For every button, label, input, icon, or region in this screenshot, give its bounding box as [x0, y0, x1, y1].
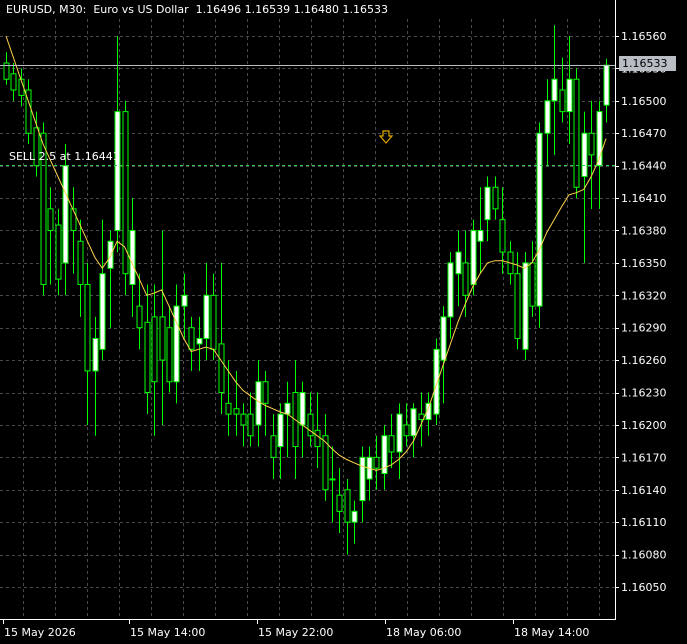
candle-body [136, 305, 143, 329]
candle-body [270, 435, 277, 458]
candle-body [403, 424, 410, 437]
candle-body [551, 78, 558, 102]
time-tick-label: 15 May 22:00 [258, 626, 333, 639]
candle-body [181, 294, 188, 307]
candle-body [218, 343, 225, 394]
price-tick-label: 1.16320 [621, 289, 667, 302]
candle-body [55, 224, 62, 280]
candle-body [284, 402, 291, 415]
candle-body [492, 186, 499, 210]
price-tick-label: 1.16380 [621, 224, 667, 237]
candle-body [225, 402, 232, 415]
candle-body [62, 165, 69, 264]
price-tick-label: 1.16170 [621, 451, 667, 464]
candle-body [566, 78, 573, 113]
time-tick-label: 18 May 06:00 [386, 626, 461, 639]
candle-body [188, 327, 195, 350]
candle-body [477, 229, 484, 242]
price-tick-label: 1.16200 [621, 419, 667, 432]
candle-body [344, 489, 351, 523]
candle-body [240, 413, 247, 426]
candle-body [84, 283, 91, 372]
candle-body [544, 100, 551, 134]
candle-body [514, 273, 521, 340]
price-tick-label: 1.16560 [621, 30, 667, 43]
price-tick-label: 1.16080 [621, 549, 667, 562]
candle [470, 219, 477, 296]
price-tick-label: 1.16230 [621, 387, 667, 400]
price-tick-label: 1.16470 [621, 127, 667, 140]
price-tick-label: 1.16440 [621, 160, 667, 173]
candle-body [329, 478, 336, 481]
candle [573, 68, 580, 199]
candle-body [529, 262, 536, 307]
time-tick-label: 15 May 2026 [4, 626, 76, 639]
candle-body [359, 456, 366, 502]
candle-body [351, 510, 358, 523]
candle-body [455, 251, 462, 275]
candle-body [522, 262, 529, 350]
candle-body [484, 186, 491, 221]
candle-body [262, 381, 269, 404]
price-tick-label: 1.16410 [621, 192, 667, 205]
candle [536, 122, 543, 328]
candle-body [159, 316, 166, 361]
candle-body [144, 321, 151, 394]
candle-body [166, 327, 173, 383]
candle-body [588, 132, 595, 156]
candle-body [536, 132, 543, 307]
candle-body [151, 316, 158, 383]
candle-body [203, 294, 210, 340]
candle-body [462, 262, 469, 296]
candle-body [114, 111, 121, 231]
candle-body [581, 132, 588, 177]
price-tick-label: 1.16110 [621, 516, 667, 529]
candle-body [396, 413, 403, 453]
candle-body [255, 381, 262, 426]
candle [122, 100, 129, 296]
price-tick-label: 1.16290 [621, 322, 667, 335]
candle-body [47, 208, 54, 231]
candle-body [196, 338, 203, 345]
candle-body [233, 408, 240, 415]
time-tick-label: 18 May 14:00 [514, 626, 589, 639]
candle-body [603, 64, 610, 106]
candle-body [573, 78, 580, 188]
candle-body [373, 456, 380, 469]
candle-body [173, 305, 180, 383]
price-tick-label: 1.16140 [621, 484, 667, 497]
candle-body [99, 273, 106, 350]
price-tick-label: 1.16260 [621, 354, 667, 367]
price-chart[interactable]: 1.165601.165301.165001.164701.164401.164… [0, 0, 687, 644]
candle [433, 338, 440, 425]
time-tick-label: 15 May 14:00 [130, 626, 205, 639]
candle-body [299, 392, 306, 426]
candle-body [559, 89, 566, 113]
candle-body [388, 435, 395, 453]
chart-title: EURUSD, M30: Euro vs US Dollar 1.16496 1… [6, 3, 389, 16]
candle-body [247, 413, 254, 437]
price-tick-label: 1.16350 [621, 257, 667, 270]
candle-body [314, 429, 321, 448]
price-tick-label: 1.16050 [621, 581, 667, 594]
candle-body [440, 316, 447, 361]
candle-body [92, 338, 99, 372]
bid-price-tag: 1.16533 [619, 56, 676, 71]
candle-body [499, 219, 506, 253]
candle-body [470, 229, 477, 285]
candle-body [10, 73, 17, 91]
order-label: SELL 2.5 at 1.16441 [9, 150, 120, 163]
price-tick-label: 1.16500 [621, 95, 667, 108]
candle-body [336, 494, 343, 512]
candle-body [77, 240, 84, 285]
candle-body [129, 229, 136, 285]
candle-body [410, 408, 417, 437]
candle-body [277, 413, 284, 448]
candle-body [447, 262, 454, 318]
candle-body [210, 294, 217, 350]
candle-body [70, 208, 77, 231]
candle-body [433, 348, 440, 415]
